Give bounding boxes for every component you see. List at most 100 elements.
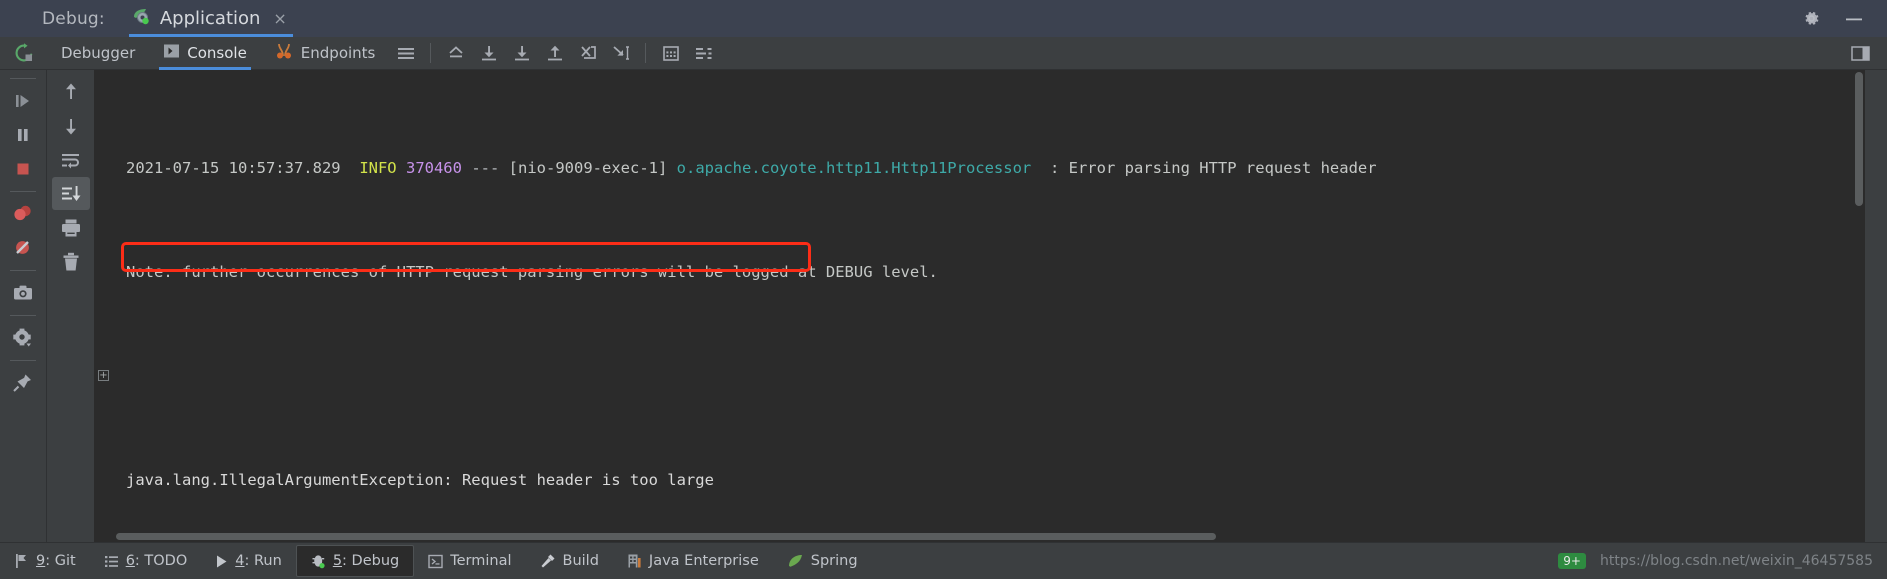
step-out-icon[interactable] bbox=[538, 37, 571, 70]
frames-icon[interactable] bbox=[687, 37, 720, 70]
resume-program-icon[interactable] bbox=[4, 84, 42, 117]
spring-boot-app-icon bbox=[131, 6, 151, 31]
label-text: : Git bbox=[45, 553, 76, 569]
endpoints-icon bbox=[275, 42, 294, 64]
scroll-up-icon[interactable] bbox=[52, 75, 90, 108]
toolbar-right-actions bbox=[1844, 37, 1887, 70]
console-output[interactable]: 2021-07-15 10:57:37.829 INFO 370460 --- … bbox=[116, 70, 1865, 542]
right-edge-strip bbox=[1865, 70, 1887, 542]
tab-console[interactable]: Console bbox=[149, 37, 261, 70]
step-into-icon[interactable] bbox=[505, 37, 538, 70]
log-logger: o.apache.coyote.http11.Http11Processor bbox=[676, 159, 1032, 177]
fold-expand-icon[interactable]: + bbox=[98, 370, 109, 381]
sidebar-item-debug[interactable]: 5: Debug bbox=[295, 545, 415, 577]
sidebar-item-terminal[interactable]: Terminal bbox=[414, 546, 525, 576]
console-actions-rail bbox=[47, 70, 94, 542]
label-text: : Run bbox=[244, 553, 282, 569]
exception-text: java.lang.IllegalArgumentException: Requ… bbox=[126, 471, 714, 489]
tab-application-label: Application bbox=[159, 8, 261, 29]
restore-layout-icon[interactable] bbox=[1844, 37, 1877, 70]
status-bar-right: 9+ https://blog.csdn.net/weixin_46457585 bbox=[1558, 553, 1887, 569]
view-breakpoints-icon[interactable] bbox=[4, 197, 42, 230]
log-pid: 370460 bbox=[405, 159, 462, 177]
pause-program-icon[interactable] bbox=[4, 118, 42, 151]
console-horizontal-scrollbar[interactable] bbox=[116, 531, 1865, 542]
layout-icon[interactable] bbox=[389, 37, 422, 70]
minimize-icon[interactable] bbox=[1843, 11, 1865, 27]
rail-divider bbox=[10, 270, 36, 271]
log-level: INFO bbox=[359, 159, 397, 177]
label-text: : TODO bbox=[134, 553, 188, 569]
debug-tool-window: Debug: Application × Debugger Console En… bbox=[0, 0, 1887, 579]
tab-console-label: Console bbox=[187, 44, 247, 62]
debug-bug-icon bbox=[311, 553, 326, 569]
label-text: : Debug bbox=[342, 553, 400, 569]
sidebar-item-build[interactable]: Build bbox=[526, 546, 613, 576]
title-bar: Debug: Application × bbox=[0, 0, 1887, 37]
sidebar-item-run[interactable]: 4: Run bbox=[201, 546, 296, 576]
run-play-icon bbox=[215, 554, 228, 569]
sidebar-item-git[interactable]: 9: Git bbox=[0, 546, 90, 576]
sidebar-item-label: 4: Run bbox=[235, 553, 282, 569]
sidebar-item-todo[interactable]: 6: TODO bbox=[90, 546, 202, 576]
console-line-exception: java.lang.IllegalArgumentException: Requ… bbox=[116, 467, 1865, 493]
mnemonic: 4 bbox=[235, 553, 245, 569]
notification-badge[interactable]: 9+ bbox=[1558, 553, 1586, 569]
step-over-icon[interactable] bbox=[472, 37, 505, 70]
scrollbar-thumb[interactable] bbox=[116, 533, 1216, 540]
step-actions-group bbox=[439, 37, 637, 70]
mnemonic: 5 bbox=[332, 553, 343, 569]
log-message: Error parsing HTTP request header bbox=[1068, 159, 1377, 177]
console-vertical-scrollbar[interactable] bbox=[1852, 70, 1865, 542]
terminal-icon bbox=[428, 554, 443, 569]
sidebar-item-label: 9: Git bbox=[36, 553, 76, 569]
debug-body: + 2021-07-15 10:57:37.829 INFO 370460 --… bbox=[0, 70, 1887, 542]
title-bar-actions bbox=[1802, 0, 1887, 37]
sidebar-item-label: Spring bbox=[810, 553, 858, 569]
sidebar-item-label: Java Enterprise bbox=[648, 553, 759, 569]
tab-endpoints-label: Endpoints bbox=[300, 44, 376, 62]
mute-breakpoints-icon[interactable] bbox=[4, 231, 42, 264]
spring-leaf-icon bbox=[787, 553, 804, 569]
log-timestamp: 2021-07-15 10:57:37.829 bbox=[126, 159, 341, 177]
settings-gear-icon[interactable] bbox=[4, 321, 42, 354]
show-execution-point-icon[interactable] bbox=[439, 37, 472, 70]
tab-application[interactable]: Application × bbox=[121, 0, 301, 37]
clear-all-icon[interactable] bbox=[52, 245, 90, 278]
sidebar-item-java-enterprise[interactable]: Java Enterprise bbox=[613, 546, 773, 576]
scrollbar-thumb[interactable] bbox=[1855, 72, 1863, 206]
sidebar-item-spring[interactable]: Spring bbox=[773, 546, 872, 576]
stop-program-icon[interactable] bbox=[4, 152, 42, 185]
rail-divider bbox=[10, 191, 36, 192]
sidebar-item-label: Build bbox=[562, 553, 599, 569]
build-hammer-icon bbox=[540, 553, 556, 569]
console-icon bbox=[163, 43, 180, 63]
scroll-down-icon[interactable] bbox=[52, 109, 90, 142]
scroll-to-end-icon[interactable] bbox=[51, 177, 90, 210]
print-icon[interactable] bbox=[52, 211, 90, 244]
mnemonic: 6 bbox=[125, 553, 135, 569]
force-step-into-icon[interactable] bbox=[571, 37, 604, 70]
soft-wrap-icon[interactable] bbox=[52, 143, 90, 176]
close-icon[interactable]: × bbox=[273, 10, 286, 27]
console-line-note: Note: further occurrences of HTTP reques… bbox=[116, 259, 1865, 285]
gear-icon[interactable] bbox=[1802, 9, 1821, 28]
tab-debugger[interactable]: Debugger bbox=[47, 37, 149, 70]
pin-tab-icon[interactable] bbox=[4, 366, 42, 399]
debug-toolbar: Debugger Console Endpoints bbox=[0, 37, 1887, 70]
sidebar-item-label: 6: TODO bbox=[126, 553, 188, 569]
toolbar-separator bbox=[430, 43, 432, 63]
screenshot-icon[interactable] bbox=[4, 276, 42, 309]
run-to-cursor-icon[interactable] bbox=[604, 37, 637, 70]
rerun-button[interactable] bbox=[0, 42, 47, 64]
tab-endpoints[interactable]: Endpoints bbox=[261, 37, 390, 70]
watermark-text: https://blog.csdn.net/weixin_46457585 bbox=[1599, 553, 1873, 569]
todo-list-icon bbox=[104, 554, 119, 569]
page-title: Debug: bbox=[42, 8, 105, 29]
log-colon: : bbox=[1049, 159, 1060, 177]
log-separator: --- bbox=[471, 159, 500, 177]
evaluate-expression-icon[interactable] bbox=[654, 37, 687, 70]
debug-actions-rail bbox=[0, 70, 47, 542]
status-bar: 9: Git 6: TODO 4: Run 5: Debug Terminal … bbox=[0, 542, 1887, 579]
